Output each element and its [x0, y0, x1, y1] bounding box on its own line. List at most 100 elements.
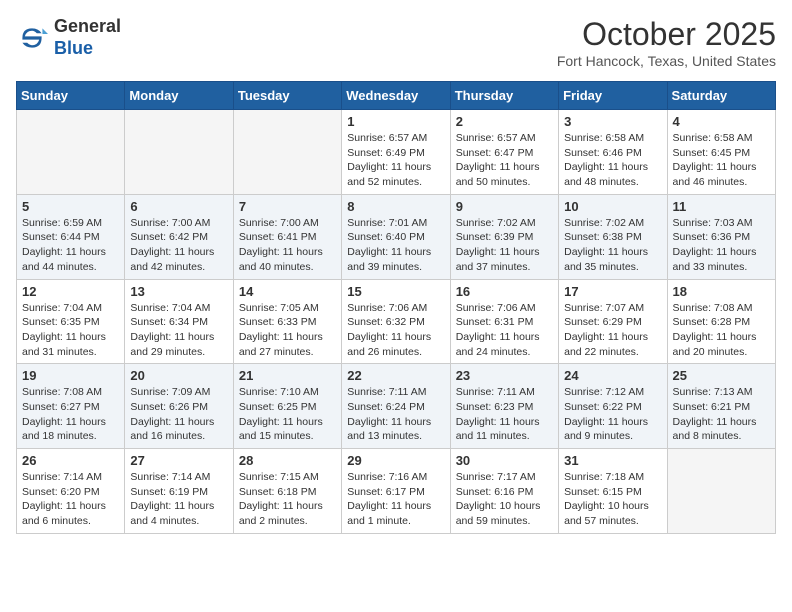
day-number: 10: [564, 199, 661, 214]
calendar-cell: 3 Sunrise: 6:58 AMSunset: 6:46 PMDaylight…: [559, 110, 667, 195]
calendar-week-row: 5 Sunrise: 6:59 AMSunset: 6:44 PMDaylight…: [17, 194, 776, 279]
calendar-cell: 8 Sunrise: 7:01 AMSunset: 6:40 PMDaylight…: [342, 194, 450, 279]
calendar-cell: 7 Sunrise: 7:00 AMSunset: 6:41 PMDaylight…: [233, 194, 341, 279]
calendar-week-row: 1 Sunrise: 6:57 AMSunset: 6:49 PMDaylight…: [17, 110, 776, 195]
day-number: 15: [347, 284, 444, 299]
cell-text: Sunrise: 6:59 AMSunset: 6:44 PMDaylight:…: [22, 217, 106, 273]
cell-text: Sunrise: 7:14 AMSunset: 6:19 PMDaylight:…: [130, 471, 214, 527]
cell-text: Sunrise: 7:06 AMSunset: 6:31 PMDaylight:…: [456, 302, 540, 358]
calendar-cell: 25Sunrise: 7:13 AMSunset: 6:21 PMDayligh…: [667, 364, 775, 449]
cell-text: Sunrise: 6:58 AMSunset: 6:45 PMDaylight:…: [673, 132, 757, 188]
calendar-cell: 10 Sunrise: 7:02 AMSunset: 6:38 PMDayligh…: [559, 194, 667, 279]
weekday-header: Thursday: [450, 82, 558, 110]
weekday-header: Monday: [125, 82, 233, 110]
day-number: 29: [347, 453, 444, 468]
weekday-header: Friday: [559, 82, 667, 110]
cell-text: Sunrise: 7:16 AMSunset: 6:17 PMDaylight:…: [347, 471, 431, 527]
day-number: 1: [347, 114, 444, 129]
cell-text: Sunrise: 7:01 AMSunset: 6:40 PMDaylight:…: [347, 217, 431, 273]
calendar-cell: 29 Sunrise: 7:16 AMSunset: 6:17 PMDayligh…: [342, 449, 450, 534]
day-number: 16: [456, 284, 553, 299]
cell-text: Sunrise: 7:05 AMSunset: 6:33 PMDaylight:…: [239, 302, 323, 358]
month-title: October 2025: [557, 16, 776, 53]
cell-text: Sunrise: 7:08 AMSunset: 6:28 PMDaylight:…: [673, 302, 757, 358]
calendar-cell: 24Sunrise: 7:12 AMSunset: 6:22 PMDayligh…: [559, 364, 667, 449]
calendar-cell: 17Sunrise: 7:07 AMSunset: 6:29 PMDayligh…: [559, 279, 667, 364]
calendar-cell: 26 Sunrise: 7:14 AMSunset: 6:20 PMDayligh…: [17, 449, 125, 534]
calendar-cell: 21Sunrise: 7:10 AMSunset: 6:25 PMDayligh…: [233, 364, 341, 449]
calendar-cell: 4 Sunrise: 6:58 AMSunset: 6:45 PMDaylight…: [667, 110, 775, 195]
cell-text: Sunrise: 7:11 AMSunset: 6:24 PMDaylight:…: [347, 386, 431, 442]
calendar-cell: 22 Sunrise: 7:11 AMSunset: 6:24 PMDayligh…: [342, 364, 450, 449]
calendar-cell: [233, 110, 341, 195]
weekday-header: Tuesday: [233, 82, 341, 110]
calendar-cell: 30 Sunrise: 7:17 AMSunset: 6:16 PMDayligh…: [450, 449, 558, 534]
cell-text: Sunrise: 7:15 AMSunset: 6:18 PMDaylight:…: [239, 471, 323, 527]
day-number: 30: [456, 453, 553, 468]
calendar-cell: 27Sunrise: 7:14 AMSunset: 6:19 PMDayligh…: [125, 449, 233, 534]
day-number: 4: [673, 114, 770, 129]
logo: General Blue: [16, 16, 121, 59]
calendar-cell: 11Sunrise: 7:03 AMSunset: 6:36 PMDayligh…: [667, 194, 775, 279]
calendar-cell: 15 Sunrise: 7:06 AMSunset: 6:32 PMDayligh…: [342, 279, 450, 364]
calendar-cell: 19Sunrise: 7:08 AMSunset: 6:27 PMDayligh…: [17, 364, 125, 449]
cell-text: Sunrise: 7:09 AMSunset: 6:26 PMDaylight:…: [130, 386, 214, 442]
cell-text: Sunrise: 7:00 AMSunset: 6:42 PMDaylight:…: [130, 217, 214, 273]
day-number: 8: [347, 199, 444, 214]
cell-text: Sunrise: 7:13 AMSunset: 6:21 PMDaylight:…: [673, 386, 757, 442]
weekday-header: Sunday: [17, 82, 125, 110]
page-header: General Blue October 2025 Fort Hancock, …: [16, 16, 776, 69]
day-number: 13: [130, 284, 227, 299]
day-number: 6: [130, 199, 227, 214]
calendar-cell: 23 Sunrise: 7:11 AMSunset: 6:23 PMDayligh…: [450, 364, 558, 449]
day-number: 28: [239, 453, 336, 468]
day-number: 14: [239, 284, 336, 299]
cell-text: Sunrise: 7:17 AMSunset: 6:16 PMDaylight:…: [456, 471, 541, 527]
weekday-header-row: SundayMondayTuesdayWednesdayThursdayFrid…: [17, 82, 776, 110]
cell-text: Sunrise: 6:57 AMSunset: 6:49 PMDaylight:…: [347, 132, 431, 188]
day-number: 3: [564, 114, 661, 129]
title-block: October 2025 Fort Hancock, Texas, United…: [557, 16, 776, 69]
calendar-cell: 28 Sunrise: 7:15 AMSunset: 6:18 PMDayligh…: [233, 449, 341, 534]
weekday-header: Saturday: [667, 82, 775, 110]
day-number: 23: [456, 368, 553, 383]
day-number: 22: [347, 368, 444, 383]
day-number: 2: [456, 114, 553, 129]
logo-icon: [16, 22, 48, 54]
cell-text: Sunrise: 6:58 AMSunset: 6:46 PMDaylight:…: [564, 132, 648, 188]
cell-text: Sunrise: 7:02 AMSunset: 6:39 PMDaylight:…: [456, 217, 540, 273]
day-number: 17: [564, 284, 661, 299]
calendar-cell: 14 Sunrise: 7:05 AMSunset: 6:33 PMDayligh…: [233, 279, 341, 364]
cell-text: Sunrise: 7:02 AMSunset: 6:38 PMDaylight:…: [564, 217, 648, 273]
day-number: 26: [22, 453, 119, 468]
calendar-week-row: 26 Sunrise: 7:14 AMSunset: 6:20 PMDayligh…: [17, 449, 776, 534]
calendar-cell: 18Sunrise: 7:08 AMSunset: 6:28 PMDayligh…: [667, 279, 775, 364]
day-number: 12: [22, 284, 119, 299]
calendar-cell: 12 Sunrise: 7:04 AMSunset: 6:35 PMDayligh…: [17, 279, 125, 364]
calendar-cell: [17, 110, 125, 195]
day-number: 11: [673, 199, 770, 214]
cell-text: Sunrise: 6:57 AMSunset: 6:47 PMDaylight:…: [456, 132, 540, 188]
cell-text: Sunrise: 7:14 AMSunset: 6:20 PMDaylight:…: [22, 471, 106, 527]
day-number: 5: [22, 199, 119, 214]
cell-text: Sunrise: 7:08 AMSunset: 6:27 PMDaylight:…: [22, 386, 106, 442]
cell-text: Sunrise: 7:06 AMSunset: 6:32 PMDaylight:…: [347, 302, 431, 358]
calendar-cell: 9Sunrise: 7:02 AMSunset: 6:39 PMDaylight…: [450, 194, 558, 279]
calendar-cell: 20Sunrise: 7:09 AMSunset: 6:26 PMDayligh…: [125, 364, 233, 449]
cell-text: Sunrise: 7:11 AMSunset: 6:23 PMDaylight:…: [456, 386, 540, 442]
day-number: 31: [564, 453, 661, 468]
day-number: 21: [239, 368, 336, 383]
calendar-cell: 2 Sunrise: 6:57 AMSunset: 6:47 PMDaylight…: [450, 110, 558, 195]
calendar-cell: 1 Sunrise: 6:57 AMSunset: 6:49 PMDaylight…: [342, 110, 450, 195]
logo-text: General Blue: [54, 16, 121, 59]
day-number: 7: [239, 199, 336, 214]
calendar-week-row: 19Sunrise: 7:08 AMSunset: 6:27 PMDayligh…: [17, 364, 776, 449]
calendar-table: SundayMondayTuesdayWednesdayThursdayFrid…: [16, 81, 776, 534]
weekday-header: Wednesday: [342, 82, 450, 110]
calendar-cell: [667, 449, 775, 534]
calendar-cell: [125, 110, 233, 195]
cell-text: Sunrise: 7:00 AMSunset: 6:41 PMDaylight:…: [239, 217, 323, 273]
cell-text: Sunrise: 7:04 AMSunset: 6:35 PMDaylight:…: [22, 302, 106, 358]
calendar-cell: 6 Sunrise: 7:00 AMSunset: 6:42 PMDaylight…: [125, 194, 233, 279]
calendar-cell: 13Sunrise: 7:04 AMSunset: 6:34 PMDayligh…: [125, 279, 233, 364]
